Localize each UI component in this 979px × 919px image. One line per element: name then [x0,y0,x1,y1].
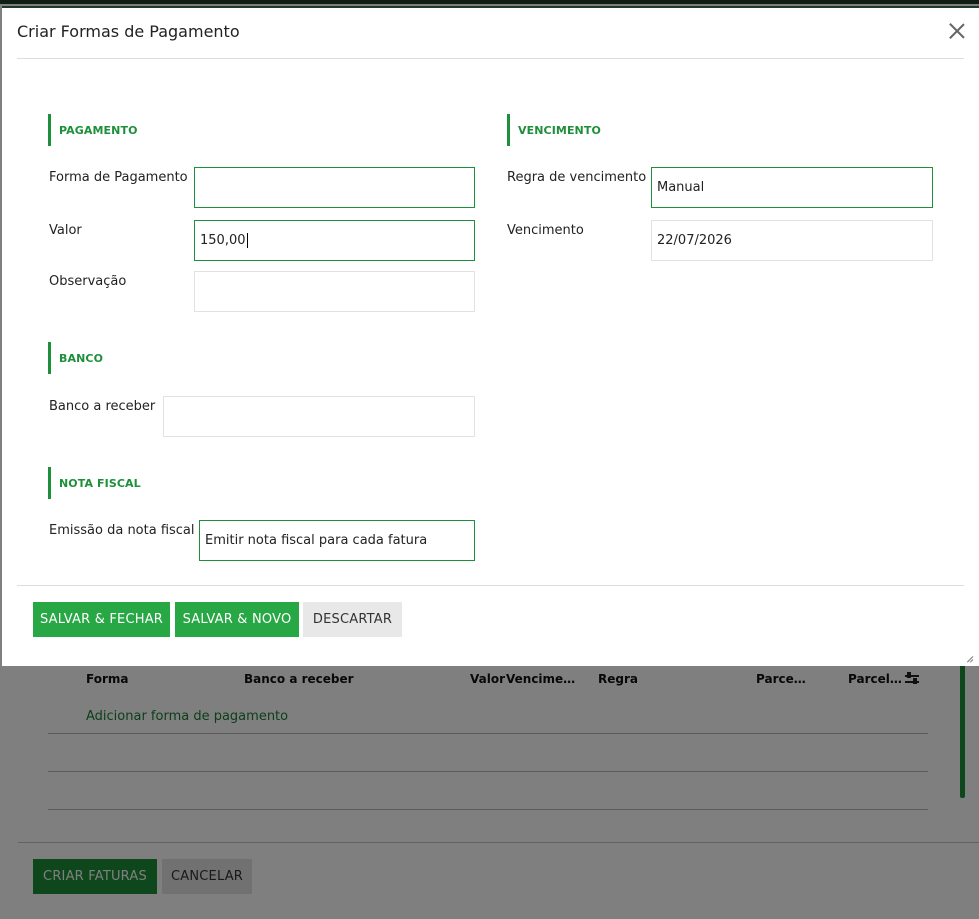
modal-title: Criar Formas de Pagamento [17,22,240,41]
save-close-button[interactable]: SALVAR & FECHAR [33,602,170,637]
forma-pagamento-label: Forma de Pagamento [49,170,188,185]
regra-vencimento-select[interactable]: Manual [651,167,933,208]
vencimento-value: 22/07/2026 [657,233,732,248]
text-caret [246,233,248,248]
banco-receber-input[interactable] [163,396,475,437]
resize-handle-icon[interactable] [965,653,974,663]
divider [17,585,964,586]
valor-input[interactable]: 150,00 [194,220,475,261]
close-icon[interactable] [949,23,965,39]
observacao-label: Observação [49,274,127,289]
emissao-nota-label: Emissão da nota fiscal [49,523,195,538]
regra-vencimento-label: Regra de vencimento [507,170,647,185]
regra-vencimento-value: Manual [657,180,705,195]
section-title-pagamento: PAGAMENTO [48,114,138,146]
modal-header: Criar Formas de Pagamento [2,8,979,58]
observacao-input[interactable] [194,271,475,312]
emissao-nota-value: Emitir nota fiscal para cada fatura [205,533,428,548]
divider [17,58,964,59]
banco-receber-label: Banco a receber [49,399,156,414]
payment-method-modal: Criar Formas de Pagamento PAGAMENTO Form… [2,6,979,666]
section-title-banco: BANCO [48,342,103,374]
section-title-vencimento: VENCIMENTO [507,114,601,146]
forma-pagamento-input[interactable] [194,167,475,208]
section-title-nota-fiscal: NOTA FISCAL [48,467,141,499]
emissao-nota-select[interactable]: Emitir nota fiscal para cada fatura [199,520,475,561]
save-new-button[interactable]: SALVAR & NOVO [175,602,299,637]
valor-value: 150,00 [200,233,246,248]
vencimento-date-input[interactable]: 22/07/2026 [651,220,933,261]
vencimento-label: Vencimento [507,223,584,238]
valor-label: Valor [49,223,82,238]
discard-button[interactable]: DESCARTAR [303,602,402,637]
